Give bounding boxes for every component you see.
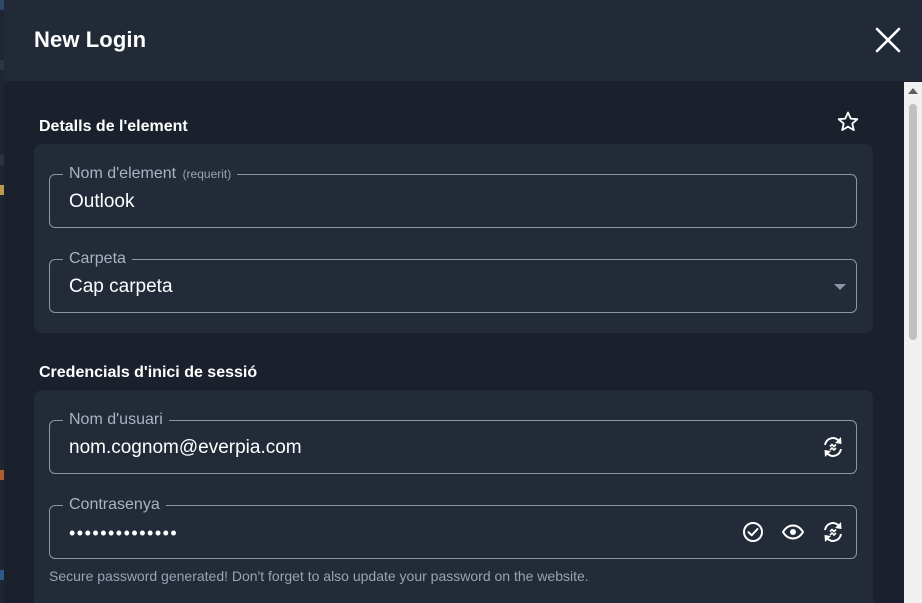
- eye-icon: [781, 524, 805, 540]
- generate-password-button[interactable]: [820, 519, 846, 545]
- item-name-field[interactable]: Nom d'element (requerit) Outlook: [49, 165, 857, 228]
- dialog-header: New Login: [4, 0, 922, 81]
- scroll-up-arrow-icon[interactable]: [908, 88, 918, 94]
- star-outline-icon: [837, 111, 859, 132]
- folder-label: Carpeta: [63, 250, 132, 268]
- close-icon: [875, 27, 901, 53]
- username-field[interactable]: Nom d'usuari nom.cognom@everpia.com: [49, 411, 857, 474]
- username-value: nom.cognom@everpia.com: [69, 437, 302, 458]
- login-credentials-heading: Credencials d'inici de sessió: [39, 364, 258, 381]
- password-value: ••••••••••••••: [69, 523, 179, 543]
- password-helper-text: Secure password generated! Don't forget …: [49, 568, 589, 584]
- generate-icon: [824, 437, 842, 457]
- password-field[interactable]: Contrasenya ••••••••••••••: [49, 496, 857, 559]
- favorite-button[interactable]: [836, 110, 860, 134]
- item-name-value: Outlook: [69, 191, 135, 212]
- item-details-card: Nom d'element (requerit) Outlook Carpeta…: [34, 144, 873, 333]
- check-circle-icon: [743, 522, 763, 542]
- vertical-scrollbar[interactable]: [904, 82, 922, 603]
- dropdown-caret-icon: [834, 284, 846, 290]
- new-login-dialog: New Login Detalls de l'element Nom d'ele…: [4, 0, 922, 603]
- password-label: Contrasenya: [63, 496, 166, 514]
- dialog-title: New Login: [34, 27, 147, 52]
- folder-select[interactable]: Carpeta Cap carpeta: [49, 250, 857, 313]
- generate-icon: [824, 522, 842, 542]
- item-name-label: Nom d'element (requerit): [63, 165, 238, 183]
- item-details-heading: Detalls de l'element: [39, 118, 188, 135]
- folder-value: Cap carpeta: [69, 276, 173, 297]
- toggle-visibility-button[interactable]: [780, 519, 806, 545]
- close-button[interactable]: [872, 24, 904, 56]
- required-hint: (requerit): [182, 167, 232, 181]
- scroll-thumb[interactable]: [909, 104, 917, 340]
- username-label: Nom d'usuari: [63, 411, 169, 429]
- generate-username-button[interactable]: [820, 434, 846, 460]
- check-password-button[interactable]: [740, 519, 766, 545]
- dialog-content: Detalls de l'element Nom d'element (requ…: [4, 82, 904, 603]
